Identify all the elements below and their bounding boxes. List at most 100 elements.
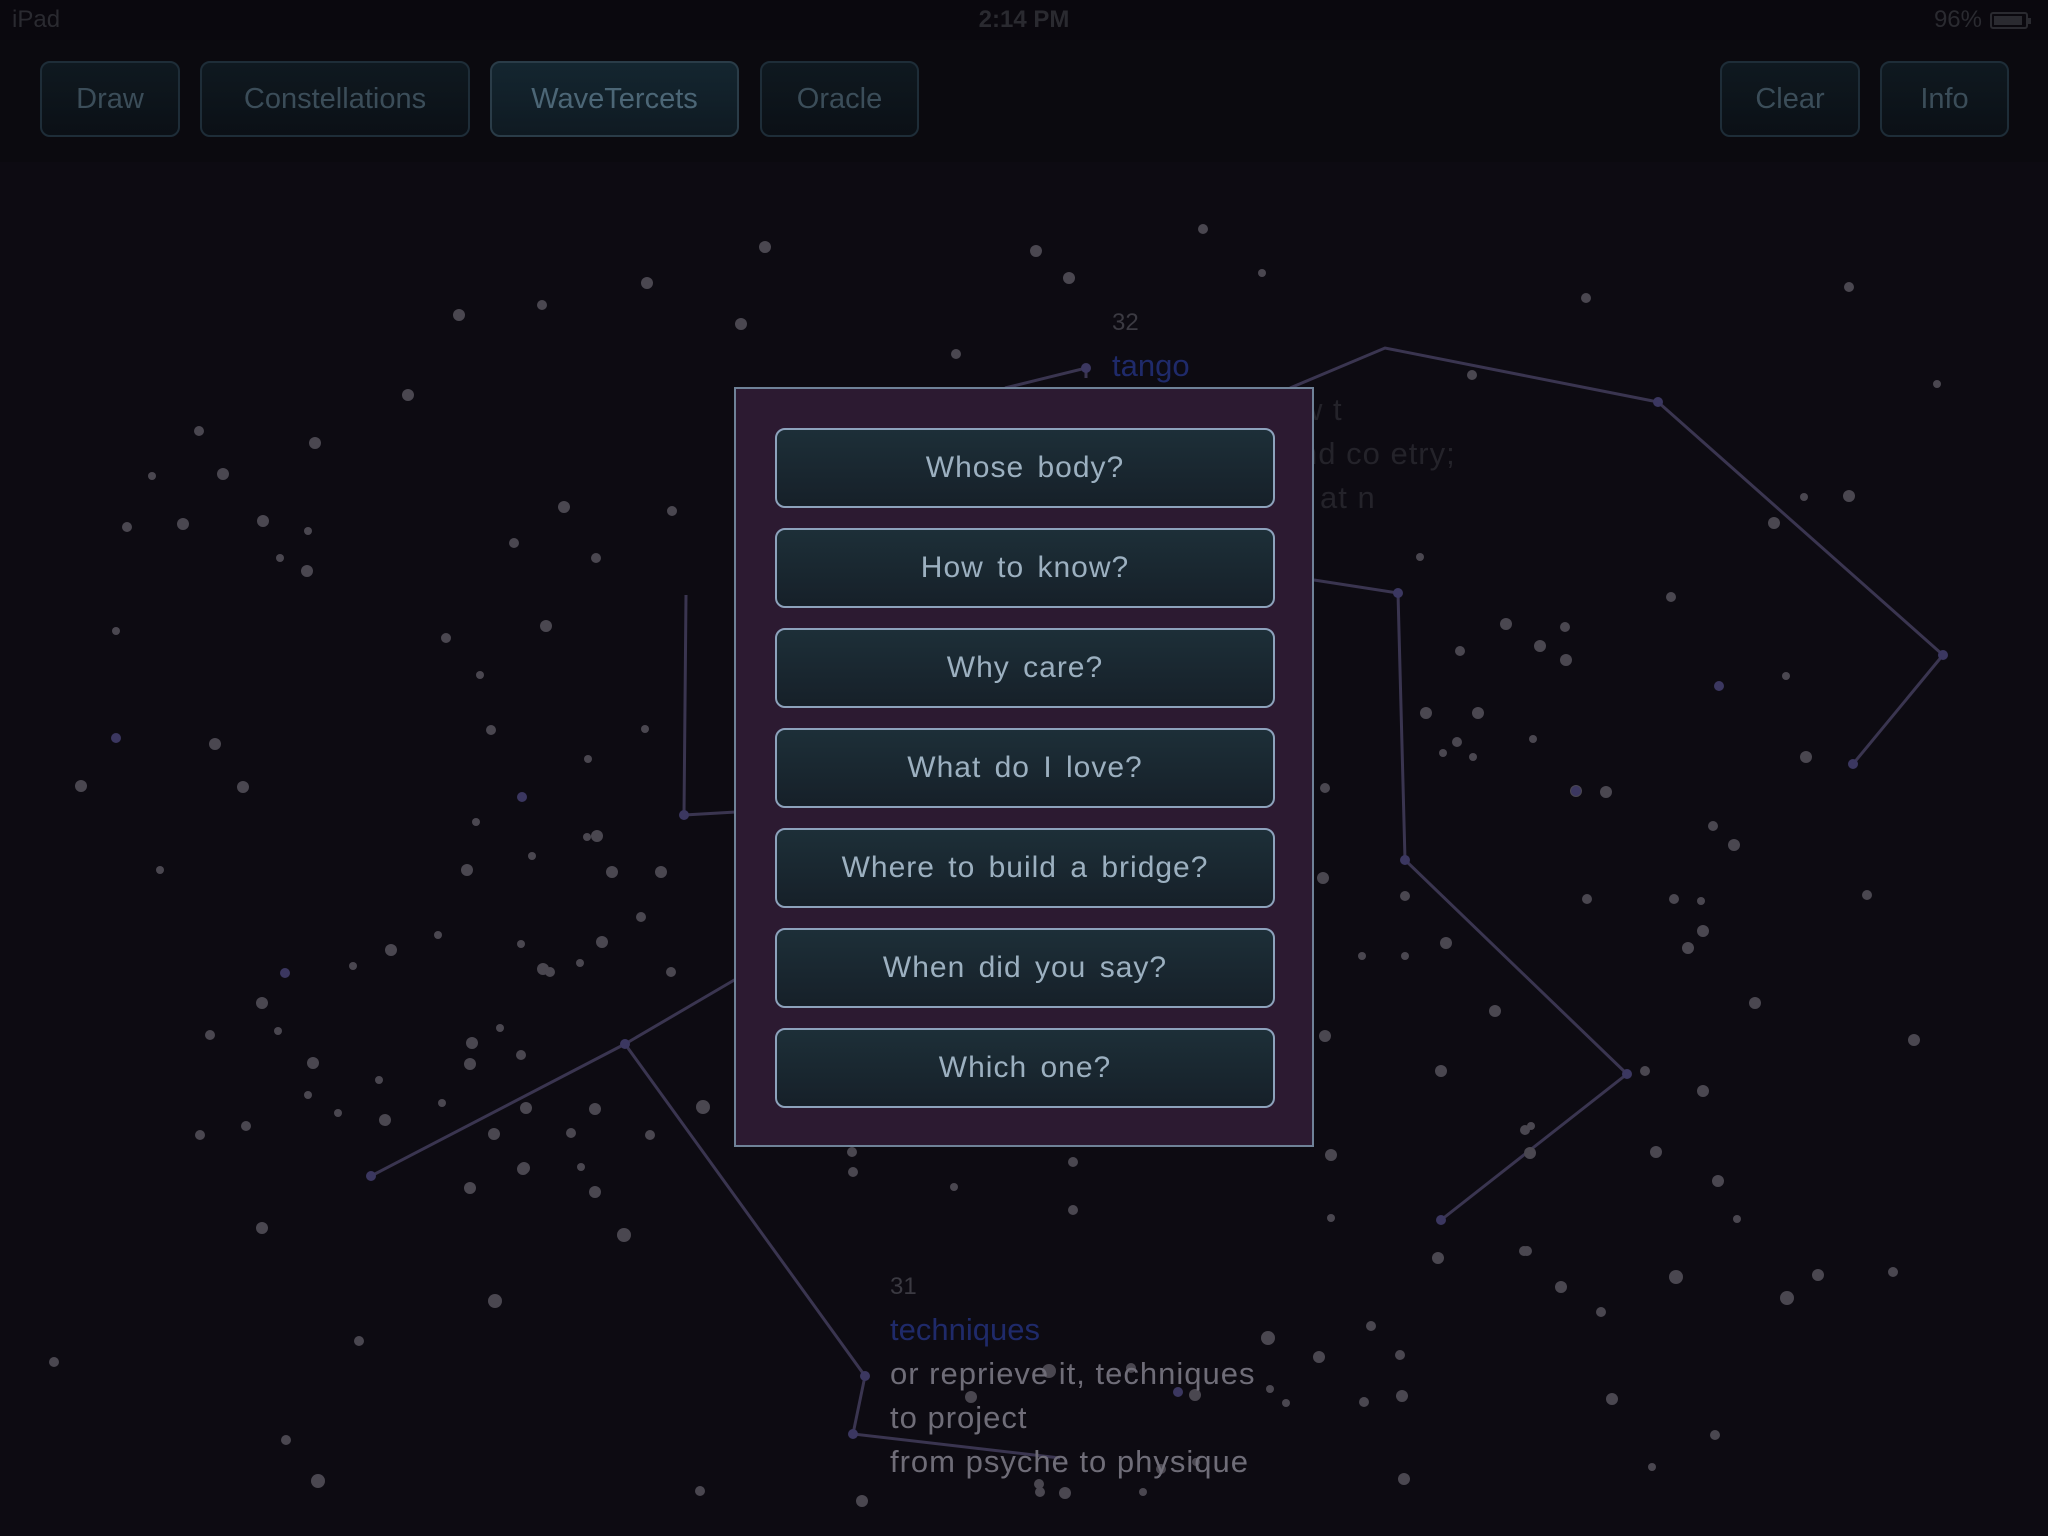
- star: [301, 565, 313, 577]
- star: [276, 554, 284, 562]
- star: [466, 1037, 478, 1049]
- star: [1666, 592, 1676, 602]
- star: [1198, 224, 1208, 234]
- star: [217, 468, 229, 480]
- star: [1708, 821, 1718, 831]
- star: [434, 931, 442, 939]
- question-where-to-build-a-bridge[interactable]: Where to build a bridge?: [775, 828, 1275, 908]
- star: [1469, 753, 1477, 761]
- star: [1669, 894, 1679, 904]
- constellation-line: [1313, 578, 1630, 1222]
- star: [516, 1050, 526, 1060]
- clear-button[interactable]: Clear: [1720, 61, 1860, 137]
- star: [1489, 1005, 1501, 1017]
- star: [1933, 380, 1941, 388]
- star: [1728, 839, 1740, 851]
- constellation-line: [1004, 366, 1088, 390]
- star: [486, 725, 496, 735]
- star: [558, 501, 570, 513]
- star: [1733, 1215, 1741, 1223]
- star: [1800, 493, 1808, 501]
- star: [1843, 490, 1855, 502]
- constellation-line: [370, 977, 737, 1178]
- constellation-node: [860, 1371, 870, 1381]
- star: [256, 1222, 268, 1234]
- star: [1600, 786, 1612, 798]
- question-what-do-i-love[interactable]: What do I love?: [775, 728, 1275, 808]
- star: [209, 738, 221, 750]
- star: [1534, 640, 1546, 652]
- constellation-line: [682, 594, 737, 817]
- constellation-node: [1653, 397, 1663, 407]
- question-why-care[interactable]: Why care?: [775, 628, 1275, 708]
- star: [1139, 1488, 1147, 1496]
- star: [304, 1091, 312, 1099]
- constellation-node: [517, 792, 527, 802]
- star: [1888, 1267, 1898, 1277]
- star: [438, 1099, 446, 1107]
- star: [509, 538, 519, 548]
- question-which-one[interactable]: Which one?: [775, 1028, 1275, 1108]
- star: [1697, 925, 1709, 937]
- constellation-node: [848, 1429, 858, 1439]
- star: [379, 1114, 391, 1126]
- star: [1669, 1270, 1683, 1284]
- question-whose-body[interactable]: Whose body?: [775, 428, 1275, 508]
- star: [1317, 872, 1329, 884]
- constellation-node: [1436, 1215, 1446, 1225]
- star: [241, 1121, 251, 1131]
- star: [309, 437, 321, 449]
- star: [528, 852, 536, 860]
- star: [1697, 897, 1705, 905]
- star: [1320, 783, 1330, 793]
- star: [1439, 749, 1447, 757]
- star: [1640, 1066, 1650, 1076]
- star: [1520, 1125, 1530, 1135]
- star: [496, 1024, 504, 1032]
- star: [847, 1147, 857, 1157]
- star: [195, 1130, 205, 1140]
- constellation-node: [111, 733, 121, 743]
- star: [583, 833, 591, 841]
- star: [1524, 1147, 1536, 1159]
- star: [1327, 1214, 1335, 1222]
- star: [1266, 1385, 1274, 1393]
- draw-button[interactable]: Draw: [40, 61, 180, 137]
- star: [49, 1357, 59, 1367]
- star: [304, 527, 312, 535]
- wavetercets-button[interactable]: WaveTercets: [490, 61, 739, 137]
- verse-31[interactable]: 31 techniques or reprieve it, techniques…: [890, 1266, 1255, 1484]
- verse-number: 32: [1112, 309, 1139, 336]
- oracle-button[interactable]: Oracle: [760, 61, 919, 137]
- star: [148, 472, 156, 480]
- constellation-node: [1393, 588, 1403, 598]
- star: [1258, 269, 1266, 277]
- question-when-did-you-say[interactable]: When did you say?: [775, 928, 1275, 1008]
- constellations-button[interactable]: Constellations: [200, 61, 470, 137]
- constellation-node: [620, 1039, 630, 1049]
- star: [696, 1100, 710, 1114]
- star: [354, 1336, 364, 1346]
- star: [540, 620, 552, 632]
- star: [1650, 1146, 1662, 1158]
- info-button[interactable]: Info: [1880, 61, 2009, 137]
- star: [488, 1128, 500, 1140]
- star: [1467, 370, 1477, 380]
- star: [1395, 1350, 1405, 1360]
- star: [545, 967, 555, 977]
- star: [194, 426, 204, 436]
- star: [1782, 672, 1790, 680]
- star: [1282, 1399, 1290, 1407]
- star: [1416, 553, 1424, 561]
- verse-number: 31: [890, 1273, 917, 1300]
- star: [1560, 654, 1572, 666]
- star: [488, 1294, 502, 1308]
- toolbar: Draw Constellations WaveTercets Oracle C…: [0, 40, 2048, 162]
- star: [237, 781, 249, 793]
- question-how-to-know[interactable]: How to know?: [775, 528, 1275, 608]
- constellation-node: [1622, 1069, 1632, 1079]
- star: [1452, 737, 1462, 747]
- star: [591, 553, 601, 563]
- constellation-node: [1714, 681, 1724, 691]
- star: [1812, 1269, 1824, 1281]
